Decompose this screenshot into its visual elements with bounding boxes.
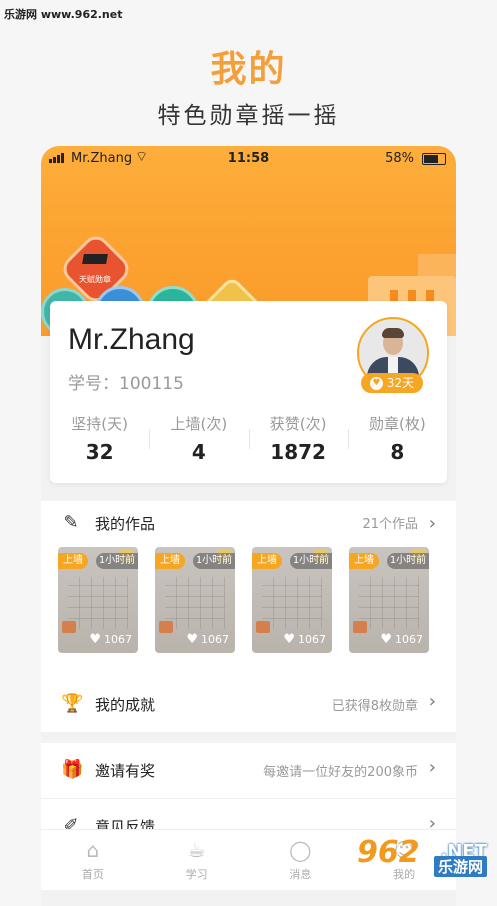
- achievements-row[interactable]: 🏆 我的成就 已获得8枚勋章 ›: [41, 677, 456, 733]
- featured-tag: 上墙: [349, 553, 379, 569]
- watermark-logo: 962 .NET 乐游网: [357, 835, 489, 877]
- status-bar: Mr.Zhang ⌔ 11:58 58%: [41, 146, 456, 172]
- chevron-right-icon: ›: [428, 757, 436, 778]
- likes-count: ♥ 1067: [186, 632, 229, 647]
- watermark-logo-text: 乐游网: [433, 856, 487, 877]
- hero-title: 我的: [210, 49, 287, 90]
- invite-row[interactable]: 🎁 邀请有奖 每邀请一位好友的200象币 ›: [41, 743, 456, 799]
- phone-frame: 天赋勋章 Mr.Zhang ⌔ 11:58 58% Mr.Zhang 学号：10…: [41, 146, 456, 906]
- stat-label: 获赞(次): [269, 415, 327, 433]
- work-thumbnail[interactable]: 上墙 1小时前 ♥ 1067: [58, 547, 138, 653]
- stat-streak[interactable]: 坚持(天) 32: [50, 409, 149, 473]
- time-tag: 1小时前: [387, 553, 429, 569]
- tab-label: 首页: [81, 868, 104, 881]
- calligraphy-grid: [359, 577, 419, 629]
- student-id: 学号：100115: [68, 374, 184, 394]
- stat-featured[interactable]: 上墙(次) 4: [149, 409, 248, 473]
- pencil-icon: ✎: [63, 512, 79, 533]
- tab-messages[interactable]: ◯ 消息: [249, 830, 353, 890]
- cup-icon: ☕: [187, 838, 206, 862]
- invite-title: 邀请有奖: [95, 762, 156, 780]
- stat-medals[interactable]: 勋章(枚) 8: [347, 409, 447, 473]
- calligraphy-grid: [68, 577, 128, 629]
- stat-value: 32: [85, 440, 114, 464]
- featured-tag: 上墙: [58, 553, 88, 569]
- battery-icon: [422, 153, 446, 165]
- works-section: ✎ 我的作品 21个作品 › 上墙 1小时前 ♥ 1067 上墙 1小时前 ♥ 10…: [41, 501, 456, 677]
- home-icon: ⌂: [86, 838, 100, 862]
- profile-card: Mr.Zhang 学号：100115 ♥ 32天 坚持(天) 32 上墙(次) 4…: [50, 301, 447, 483]
- watermark-top: 乐游网 www.962.net: [4, 8, 123, 21]
- stat-value: 1872: [270, 440, 326, 464]
- chevron-right-icon: ›: [428, 513, 436, 534]
- heart-icon: ♥: [283, 632, 295, 647]
- stat-likes[interactable]: 获赞(次) 1872: [248, 409, 348, 473]
- battery-percent: 58%: [385, 151, 414, 166]
- time-tag: 1小时前: [290, 553, 332, 569]
- works-thumbnails: 上墙 1小时前 ♥ 1067 上墙 1小时前 ♥ 1067 上墙 1小时前 ♥ 106…: [41, 547, 456, 657]
- achievements-title: 我的成就: [95, 696, 156, 714]
- heart-icon: ♥: [186, 632, 198, 647]
- time-tag: 1小时前: [96, 553, 138, 569]
- heart-icon: ♥: [89, 632, 101, 647]
- work-thumbnail[interactable]: 上墙 1小时前 ♥ 1067: [252, 547, 332, 653]
- chevron-right-icon: ›: [428, 691, 436, 712]
- tab-home[interactable]: ⌂ 首页: [41, 830, 145, 890]
- time-tag: 1小时前: [193, 553, 235, 569]
- achievements-section: 🏆 我的成就 已获得8枚勋章 ›: [41, 677, 456, 733]
- stat-label: 坚持(天): [71, 415, 128, 433]
- days-badge-label: 32天: [386, 376, 415, 390]
- featured-tag: 上墙: [252, 553, 282, 569]
- work-thumbnail[interactable]: 上墙 1小时前 ♥ 1067: [349, 547, 429, 653]
- work-thumbnail[interactable]: 上墙 1小时前 ♥ 1067: [155, 547, 235, 653]
- tab-label: 学习: [185, 868, 208, 881]
- stat-value: 4: [191, 440, 206, 464]
- heart-icon: ♥: [369, 377, 383, 390]
- achievements-extra: 已获得8枚勋章: [331, 699, 418, 714]
- profile-name: Mr.Zhang: [68, 323, 195, 356]
- tab-label: 消息: [289, 868, 312, 881]
- heart-icon: ♥: [380, 632, 392, 647]
- likes-count: ♥ 1067: [380, 632, 423, 647]
- hero-subtitle: 特色勋章摇一摇: [157, 103, 340, 129]
- graduation-cap-icon: [82, 254, 108, 264]
- badge-deco-label: 天赋勋章: [79, 275, 111, 284]
- watermark-logo-number: 962: [357, 835, 420, 870]
- profile-stats: 坚持(天) 32 上墙(次) 4 获赞(次) 1872 勋章(枚) 8: [50, 409, 447, 473]
- stat-label: 上墙(次): [170, 415, 228, 433]
- message-icon: ◯: [289, 838, 312, 862]
- works-title: 我的作品: [95, 515, 156, 533]
- calligraphy-grid: [262, 577, 322, 629]
- featured-tag: 上墙: [155, 553, 185, 569]
- trophy-icon: 🏆: [61, 693, 84, 714]
- calligraphy-grid: [165, 577, 225, 629]
- tab-study[interactable]: ☕ 学习: [145, 830, 249, 890]
- works-count: 21个作品: [362, 517, 418, 532]
- invite-extra: 每邀请一位好友的200象币: [263, 765, 418, 780]
- works-header[interactable]: ✎ 我的作品 21个作品 ›: [41, 501, 456, 543]
- stat-value: 8: [390, 440, 405, 464]
- days-badge: ♥ 32天: [361, 373, 423, 393]
- stat-label: 勋章(枚): [369, 415, 426, 433]
- gift-icon: 🎁: [61, 759, 84, 780]
- likes-count: ♥ 1067: [283, 632, 326, 647]
- likes-count: ♥ 1067: [89, 632, 132, 647]
